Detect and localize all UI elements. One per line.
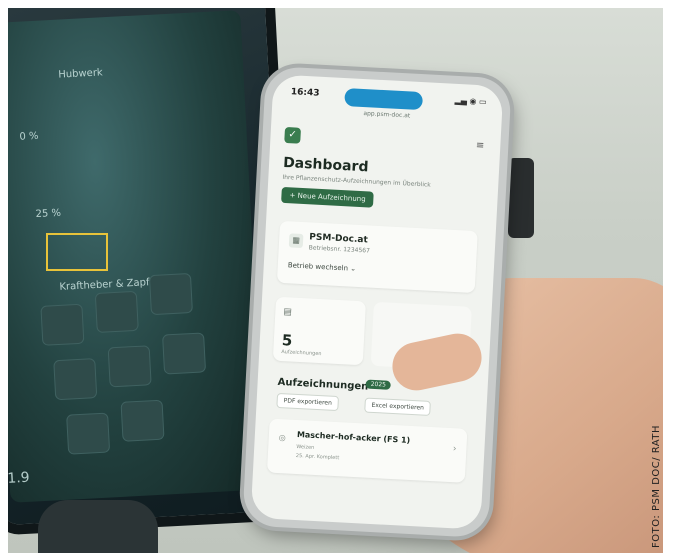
smartphone: 16:43 ▂▄ ◉ ▭ app.psm-doc.at ✓ ≡ Dashboar… (242, 65, 512, 539)
terminal-label-top: Hubwerk (58, 67, 104, 81)
terminal-tile (94, 290, 139, 333)
page-subtitle: Ihre Pflanzenschutz-Aufzeichnungen im Üb… (282, 173, 431, 189)
records-stat-card: ▤ 5 Aufzeichnungen (272, 296, 367, 366)
record-meta: 25. Apr. Komplett (295, 452, 340, 462)
records-count: 5 (281, 331, 293, 350)
terminal-tile (66, 412, 111, 455)
records-heading: Aufzeichnungen (277, 376, 369, 393)
records-count-label: Aufzeichnungen (281, 349, 322, 358)
terminal-value-bottom: 1.9 (8, 469, 31, 487)
page-title: Dashboard (282, 154, 369, 176)
photo-credit: FOTO: PSM DOC/ RATH (651, 425, 662, 548)
terminal-tile (120, 399, 165, 442)
chevron-right-icon: › (452, 444, 457, 455)
status-time: 16:43 (290, 87, 320, 99)
record-list-item[interactable]: ◎ Mascher-hof-acker (FS 1) Weizen 25. Ap… (266, 418, 468, 483)
menu-icon[interactable]: ≡ (476, 140, 485, 151)
excel-export-button[interactable]: Excel exportieren (364, 397, 432, 416)
pdf-export-button[interactable]: PDF exportieren (276, 392, 340, 412)
terminal-tile (162, 332, 207, 375)
phone-screen: 16:43 ▂▄ ◉ ▭ app.psm-doc.at ✓ ≡ Dashboar… (250, 74, 504, 530)
photo: Hubwerk 0 % 25 % Kraftheber & Zapfwelle … (8, 8, 663, 553)
record-crop: Weizen (296, 443, 315, 451)
terminal-highlight-frame (46, 233, 108, 271)
terminal-tile (107, 345, 152, 388)
terminal-value-1: 0 % (19, 130, 39, 143)
terminal-tile (148, 272, 193, 316)
app-logo-icon[interactable]: ✓ (284, 126, 302, 144)
status-icons: ▂▄ ◉ ▭ (454, 95, 487, 107)
steering-wheel (38, 500, 158, 553)
business-name: PSM-Doc.at (309, 232, 369, 246)
terminal-value-2: 25 % (35, 207, 62, 221)
business-id: Betriebsnr. 1234567 (308, 244, 371, 255)
phone-holder-clamp (508, 158, 534, 238)
document-icon: ▤ (283, 307, 293, 318)
year-badge[interactable]: 2025 (365, 379, 392, 390)
dynamic-island (344, 88, 424, 111)
terminal-tile (40, 303, 85, 346)
switch-business-button[interactable]: Betrieb wechseln ⌄ (288, 261, 357, 273)
terminal-tile (53, 358, 98, 401)
location-icon: ◎ (278, 433, 286, 443)
business-card: ▦ PSM-Doc.at Betriebsnr. 1234567 Betrieb… (276, 220, 478, 294)
building-icon: ▦ (288, 233, 304, 249)
new-record-button[interactable]: + Neue Aufzeichnung (281, 186, 375, 208)
record-name: Mascher-hof-acker (FS 1) (296, 429, 411, 445)
